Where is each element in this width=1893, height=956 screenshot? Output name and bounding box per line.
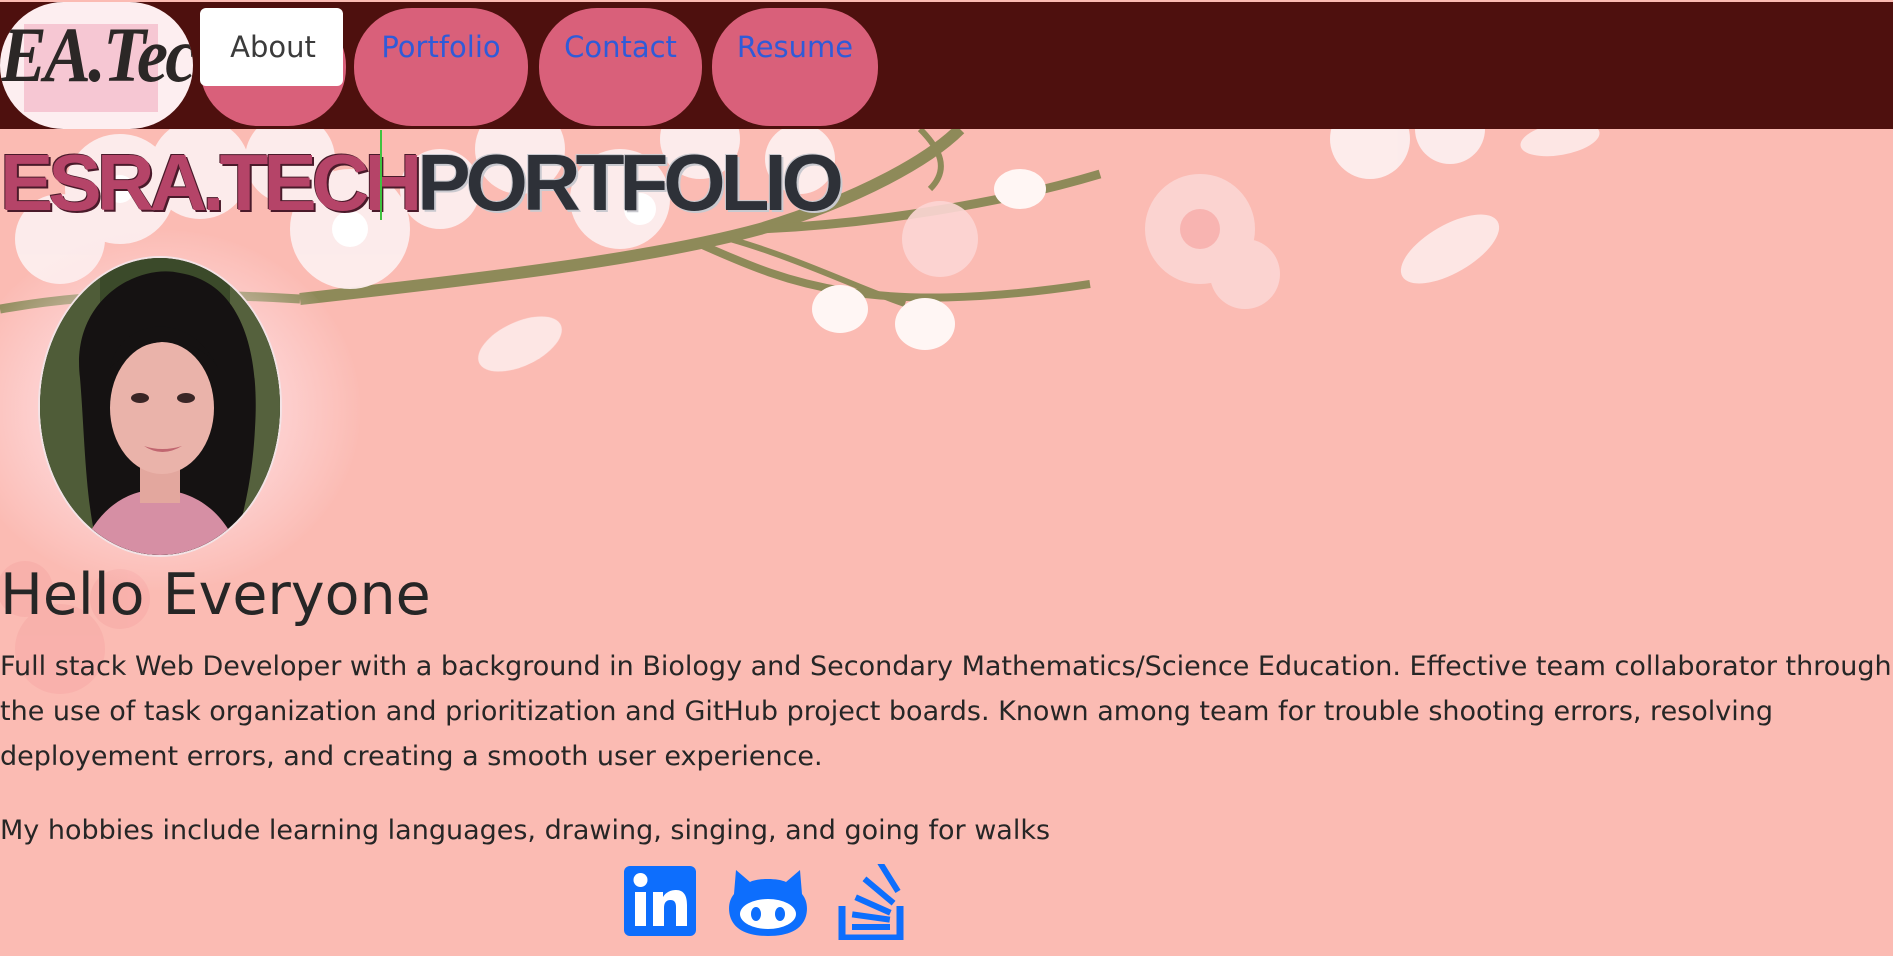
- stackoverflow-icon: [838, 860, 904, 942]
- typing-cursor: [380, 130, 382, 220]
- stackoverflow-link[interactable]: [838, 860, 904, 942]
- greeting-heading: Hello Everyone: [0, 562, 431, 628]
- nav-item-portfolio[interactable]: Portfolio: [354, 8, 528, 126]
- nav-item-about[interactable]: About: [200, 8, 346, 126]
- nav-link-portfolio[interactable]: Portfolio: [354, 30, 528, 64]
- nav-item-contact[interactable]: Contact: [539, 8, 702, 126]
- brand-logo-text: EA.Tech: [0, 11, 193, 98]
- top-navbar: EA.Tech About Portfolio Contact Resume: [0, 2, 1893, 129]
- hobbies-paragraph: My hobbies include learning languages, d…: [0, 815, 1051, 846]
- nav-link-about[interactable]: About: [200, 30, 346, 64]
- nav-item-resume[interactable]: Resume: [712, 8, 878, 126]
- nav-link-resume[interactable]: Resume: [712, 30, 878, 64]
- profile-photo: [40, 258, 280, 555]
- linkedin-icon: [624, 866, 696, 936]
- brand-logo[interactable]: EA.Tech: [0, 2, 193, 129]
- profile-avatar: [38, 256, 282, 557]
- github-icon: [729, 870, 807, 936]
- github-link[interactable]: [728, 864, 808, 940]
- bio-paragraph: Full stack Web Developer with a backgrou…: [0, 651, 1892, 772]
- hero-title: ESRA.TECHPORTFOLIO: [0, 138, 844, 228]
- hero-title-portfolio: PORTFOLIO: [417, 138, 844, 227]
- linkedin-link[interactable]: [624, 864, 696, 940]
- nav-link-contact[interactable]: Contact: [539, 30, 702, 64]
- hero-title-brand: ESRA.TECH: [0, 138, 422, 227]
